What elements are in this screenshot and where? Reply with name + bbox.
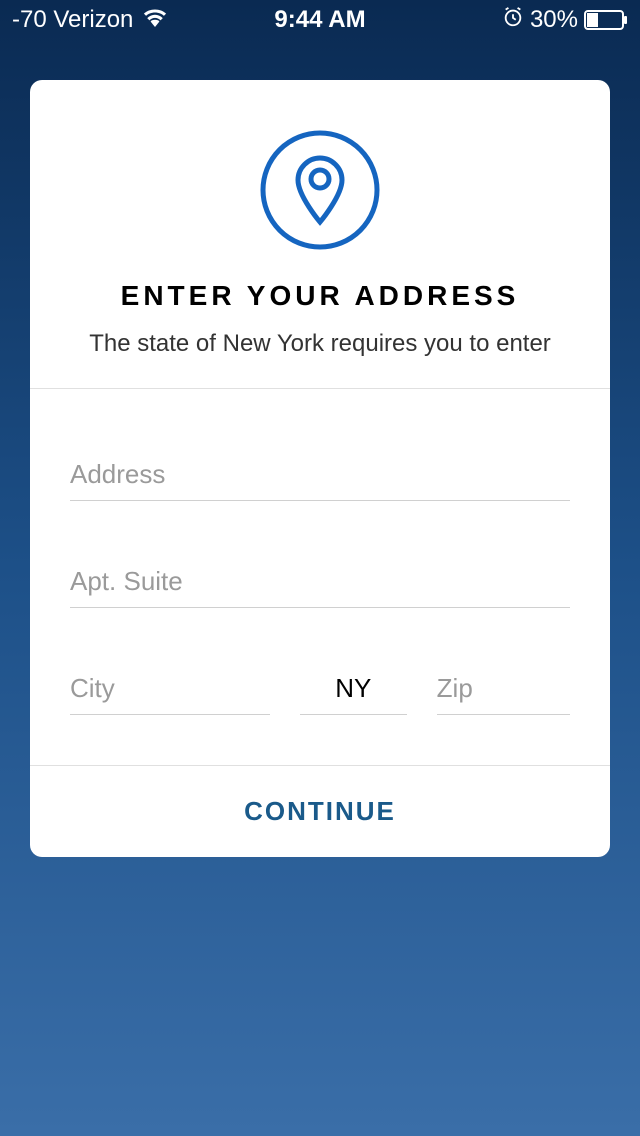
continue-section: CONTINUE	[30, 765, 610, 857]
card-header: ENTER YOUR ADDRESS The state of New York…	[30, 80, 610, 388]
carrier-signal: -70 Verizon	[12, 6, 133, 34]
card-subtitle: The state of New York requires you to en…	[50, 330, 590, 358]
city-state-zip-row	[70, 663, 570, 715]
status-right: 30%	[502, 6, 628, 35]
location-pin-icon	[50, 130, 590, 250]
form-section	[30, 388, 610, 765]
wifi-icon	[141, 6, 169, 34]
alarm-icon	[502, 6, 524, 35]
apt-suite-input[interactable]	[70, 556, 570, 608]
card-title: ENTER YOUR ADDRESS	[50, 280, 590, 312]
zip-input[interactable]	[437, 663, 570, 715]
battery-percent: 30%	[530, 6, 578, 34]
status-time: 9:44 AM	[274, 6, 365, 34]
status-bar: -70 Verizon 9:44 AM 30%	[0, 0, 640, 40]
state-input[interactable]	[300, 663, 407, 715]
status-left: -70 Verizon	[12, 6, 169, 34]
continue-button[interactable]: CONTINUE	[244, 796, 396, 827]
address-card: ENTER YOUR ADDRESS The state of New York…	[30, 80, 610, 857]
address-input[interactable]	[70, 449, 570, 501]
city-input[interactable]	[70, 663, 270, 715]
battery-icon	[584, 10, 628, 30]
